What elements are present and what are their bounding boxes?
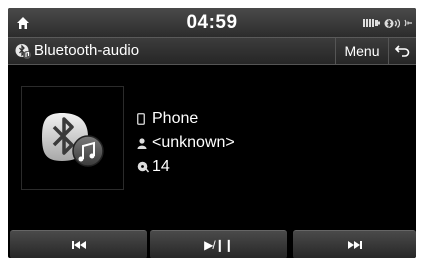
- playback-controls: ▶/❙❙: [8, 230, 416, 258]
- clock: 04:59: [186, 12, 238, 33]
- track-number: 14: [152, 158, 170, 175]
- title-bar: Bluetooth-audio Menu: [8, 38, 416, 65]
- device-name: Phone: [152, 110, 199, 127]
- track-row: 14: [137, 156, 170, 178]
- device-row: Phone: [137, 108, 198, 130]
- connection-status-icon: [404, 19, 412, 27]
- artist-row: <unknown>: [137, 132, 235, 154]
- head-unit-screen: 04:59 Bluetooth-audio Menu Phone <unknow…: [8, 8, 416, 258]
- bluetooth-audio-icon: [15, 44, 31, 59]
- person-icon: [137, 135, 151, 151]
- phone-icon: [137, 111, 151, 127]
- battery-icon: [363, 19, 380, 27]
- status-bar: 04:59: [8, 8, 416, 38]
- previous-track-button[interactable]: [10, 230, 147, 258]
- back-button[interactable]: [388, 38, 416, 64]
- menu-button[interactable]: Menu: [335, 38, 389, 64]
- disc-icon: [137, 159, 151, 175]
- bluetooth-audio-status-icon: [384, 18, 400, 28]
- page-title: Bluetooth-audio: [34, 42, 140, 59]
- previous-track-icon: [71, 241, 86, 249]
- next-track-button[interactable]: [293, 230, 416, 258]
- artist-name: <unknown>: [152, 134, 235, 151]
- play-pause-button[interactable]: ▶/❙❙: [150, 230, 287, 258]
- album-art: [21, 86, 124, 190]
- next-track-icon: [347, 241, 362, 249]
- back-arrow-icon: [394, 45, 410, 57]
- play-pause-label: ▶/❙❙: [204, 238, 234, 252]
- bluetooth-audio-icon: [42, 113, 104, 167]
- status-icons: [363, 17, 414, 29]
